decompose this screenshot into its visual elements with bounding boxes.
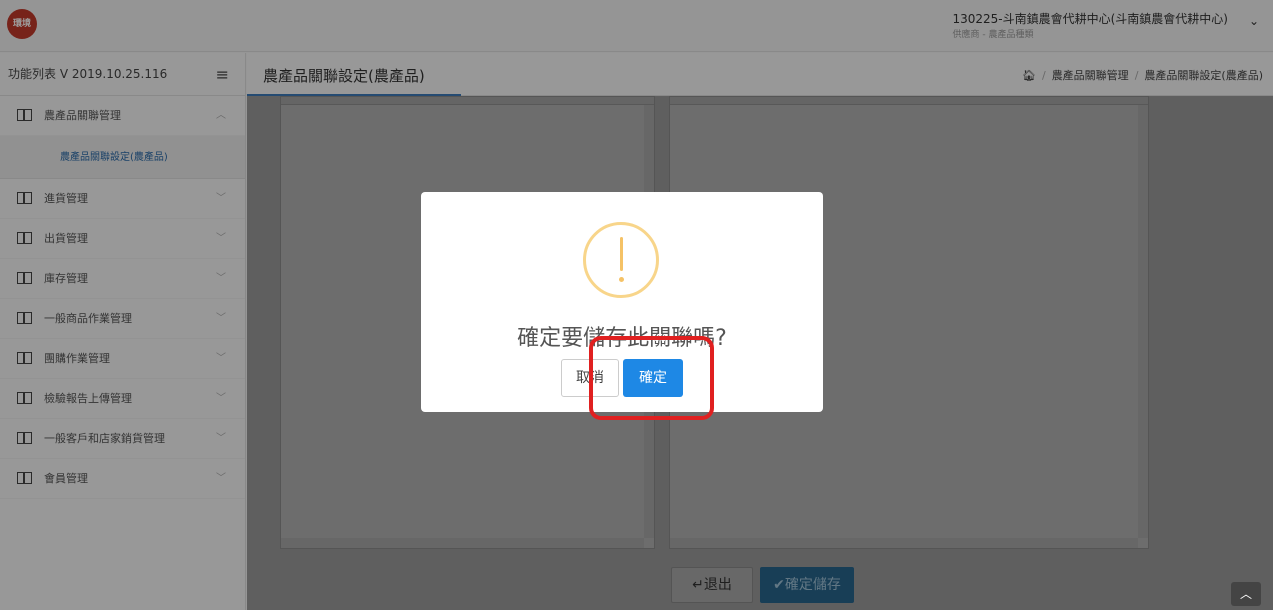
warning-bar bbox=[620, 237, 623, 271]
highlight-annotation bbox=[589, 336, 714, 420]
warning-dot bbox=[619, 277, 624, 282]
scroll-to-top-icon[interactable]: ︿ bbox=[1231, 582, 1261, 606]
warning-icon bbox=[583, 222, 659, 298]
